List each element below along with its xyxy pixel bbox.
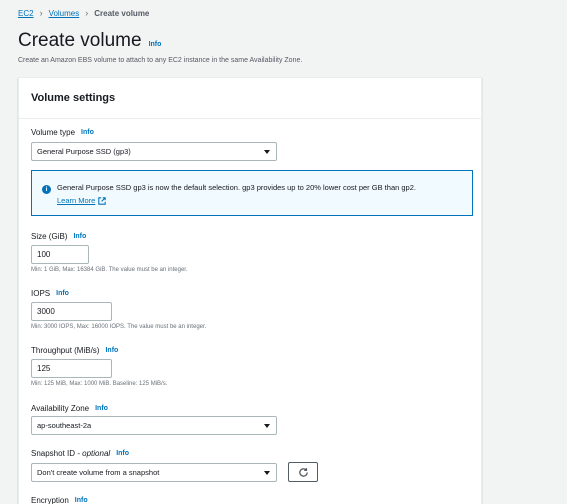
breadcrumb-current: Create volume — [94, 8, 150, 18]
page-subtitle: Create an Amazon EBS volume to attach to… — [18, 57, 303, 64]
volume-type-select[interactable]: General Purpose SSD (gp3) — [31, 142, 277, 161]
throughput-hint: Min: 125 MiB, Max: 1000 MiB. Baseline: 1… — [31, 381, 168, 387]
size-info-link[interactable]: Info — [73, 233, 86, 240]
alert-message: General Purpose SSD gp3 is now the defau… — [57, 183, 416, 192]
encryption-label: Encryption Info — [31, 496, 88, 504]
chevron-right-icon: › — [85, 8, 89, 18]
iops-info-link[interactable]: Info — [56, 290, 69, 297]
breadcrumb-ec2[interactable]: EC2 — [18, 9, 34, 18]
chevron-right-icon: › — [39, 8, 43, 18]
breadcrumb: EC2 › Volumes › Create volume — [18, 8, 149, 18]
snapshot-label: Snapshot ID - optional Info — [31, 449, 129, 458]
volume-type-label: Volume type Info — [31, 128, 94, 137]
throughput-info-link[interactable]: Info — [105, 347, 118, 354]
caret-down-icon — [264, 150, 270, 154]
volume-type-label-text: Volume type — [31, 128, 76, 137]
availability-zone-info-link[interactable]: Info — [95, 405, 108, 412]
gp3-info-alert: i General Purpose SSD gp3 is now the def… — [31, 170, 473, 216]
refresh-snapshots-button[interactable] — [288, 462, 318, 482]
size-label-text: Size (GiB) — [31, 232, 68, 241]
snapshot-info-link[interactable]: Info — [116, 450, 129, 457]
snapshot-optional: - optional — [77, 449, 111, 458]
iops-hint: Min: 3000 IOPS, Max: 16000 IOPS. The val… — [31, 324, 207, 330]
page-header: Create volume Info — [18, 30, 161, 52]
throughput-input[interactable]: 125 — [31, 359, 112, 378]
throughput-label-text: Throughput (MiB/s) — [31, 346, 100, 355]
external-link-icon — [98, 196, 107, 205]
throughput-label: Throughput (MiB/s) Info — [31, 346, 118, 355]
caret-down-icon — [264, 471, 270, 475]
breadcrumb-volumes[interactable]: Volumes — [49, 9, 80, 18]
iops-input[interactable]: 3000 — [31, 302, 112, 321]
availability-zone-value: ap-southeast-2a — [37, 421, 92, 430]
snapshot-label-main: Snapshot ID — [31, 449, 76, 458]
iops-label-text: IOPS — [31, 289, 51, 298]
volume-settings-panel: Volume settings Volume type Info General… — [18, 77, 482, 504]
size-label: Size (GiB) Info — [31, 232, 86, 241]
page-right-gutter — [549, 0, 567, 504]
caret-down-icon — [264, 424, 270, 428]
page-title: Create volume — [18, 30, 142, 51]
learn-more-link[interactable]: Learn More — [57, 196, 107, 205]
info-circle-icon: i — [42, 185, 51, 194]
learn-more-text[interactable]: Learn More — [57, 196, 95, 205]
snapshot-label-text: Snapshot ID - optional — [31, 449, 110, 458]
snapshot-value: Don't create volume from a snapshot — [37, 468, 160, 477]
panel-title: Volume settings — [19, 78, 481, 119]
encryption-info-link[interactable]: Info — [75, 497, 88, 504]
iops-label: IOPS Info — [31, 289, 69, 298]
encryption-label-text: Encryption — [31, 496, 69, 504]
availability-zone-select[interactable]: ap-southeast-2a — [31, 416, 277, 435]
size-hint: Min: 1 GiB, Max: 16384 GiB. The value mu… — [31, 267, 188, 273]
refresh-icon — [298, 467, 308, 477]
page-info-link[interactable]: Info — [149, 41, 162, 48]
snapshot-select[interactable]: Don't create volume from a snapshot — [31, 463, 277, 482]
volume-type-info-link[interactable]: Info — [81, 129, 94, 136]
size-input[interactable]: 100 — [31, 245, 89, 264]
availability-zone-label-text: Availability Zone — [31, 404, 90, 413]
availability-zone-label: Availability Zone Info — [31, 404, 108, 413]
volume-type-value: General Purpose SSD (gp3) — [37, 147, 131, 156]
